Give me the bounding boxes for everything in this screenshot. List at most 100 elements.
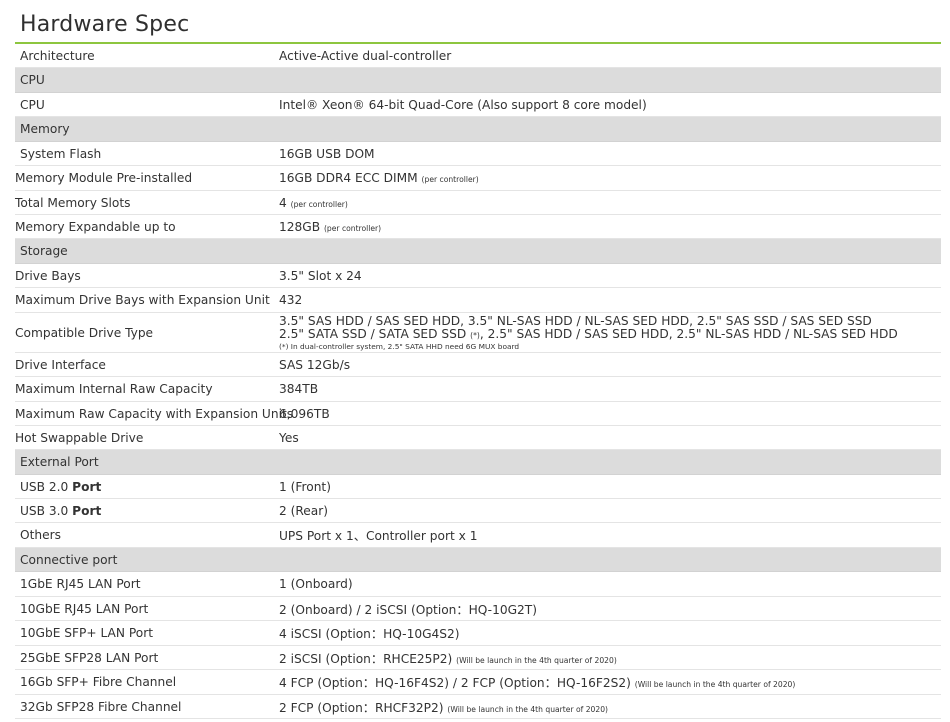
- row-label: Memory Expandable up to: [15, 219, 176, 234]
- row-value: 2 (Onboard) / 2 iSCSI (Option：HQ-10G2T): [279, 602, 537, 617]
- row-label: 16Gb SFP+ Fibre Channel: [20, 675, 177, 689]
- row-label: Drive Interface: [15, 357, 106, 372]
- row-label: Total Memory Slots: [15, 195, 131, 210]
- value-text: 16GB DDR4 ECC DIMM: [279, 171, 418, 185]
- label-text: USB 2.0: [20, 479, 73, 494]
- value-text: 2.5" SATA SSD / SATA SED SSD: [279, 326, 467, 341]
- footnote-mark: (*): [470, 330, 480, 340]
- value-note: (Will be launch in the 4th quarter of 20…: [456, 655, 617, 665]
- table-row: Maximum Internal Raw Capacity 384TB: [15, 377, 941, 402]
- table-row: System Flash 16GB USB DOM: [15, 142, 941, 166]
- row-value: 2 iSCSI (Option：RHCE25P2) (Will be launc…: [279, 649, 941, 667]
- spec-table: Architecture Active-Active dual-controll…: [15, 44, 941, 719]
- value-text: , 2.5" SAS HDD / SAS SED HDD, 2.5" NL-SA…: [479, 326, 898, 341]
- value-text: 4: [279, 195, 287, 210]
- row-value: 384TB: [279, 382, 319, 396]
- row-label: USB 2.0 Port: [15, 480, 279, 494]
- table-row: USB 3.0 Port 2 (Rear): [15, 499, 941, 523]
- row-value: 432: [279, 293, 303, 307]
- section-title: CPU: [20, 73, 45, 87]
- value-note: (Will be launch in the 4th quarter of 20…: [447, 704, 608, 714]
- value-line: 2.5" SATA SSD / SATA SED SSD (*), 2.5" S…: [279, 326, 941, 342]
- row-label: CPU: [20, 97, 45, 112]
- row-value: Active-Active dual-controller: [279, 48, 452, 63]
- row-value: 16GB DDR4 ECC DIMM (per controller): [279, 171, 941, 185]
- table-row: Total Memory Slots 4 (per controller): [15, 191, 941, 215]
- row-label: Architecture: [20, 48, 95, 63]
- row-label: System Flash: [20, 146, 102, 161]
- table-row: 10GbE RJ45 LAN Port 2 (Onboard) / 2 iSCS…: [15, 597, 941, 621]
- hardware-spec-page: Hardware Spec Architecture Active-Active…: [0, 0, 950, 722]
- row-value: 1 (Onboard): [279, 577, 353, 591]
- value-text: 2 FCP (Option：RHCF32P2): [279, 700, 444, 715]
- table-row: 32Gb SFP28 Fibre Channel 2 FCP (Option：R…: [15, 695, 941, 719]
- row-value: 2 (Rear): [279, 503, 329, 518]
- row-label: 32Gb SFP28 Fibre Channel: [20, 699, 182, 714]
- value-note: (per controller): [421, 175, 479, 184]
- row-label: Maximum Raw Capacity with Expansion Unit…: [15, 406, 294, 421]
- row-value: 1 (Front): [279, 479, 331, 494]
- row-value: Intel® Xeon® 64-bit Quad-Core (Also supp…: [279, 97, 647, 112]
- row-label: 10GbE RJ45 LAN Port: [20, 601, 149, 616]
- row-label: Drive Bays: [15, 268, 81, 283]
- section-header: Memory: [15, 117, 941, 142]
- section-header: Storage: [15, 239, 941, 264]
- row-value: 3.5" SAS HDD / SAS SED HDD, 3.5" NL-SAS …: [279, 314, 941, 352]
- table-row: 1GbE RJ45 LAN Port 1 (Onboard): [15, 572, 941, 597]
- table-row: Drive Bays 3.5" Slot x 24: [15, 264, 941, 288]
- row-label: Compatible Drive Type: [15, 325, 154, 340]
- row-label: USB 3.0 Port: [15, 504, 279, 518]
- row-label: Maximum Internal Raw Capacity: [15, 382, 213, 396]
- section-header: CPU: [15, 68, 941, 93]
- row-label: Memory Module Pre-installed: [15, 171, 193, 185]
- row-value: SAS 12Gb/s: [279, 357, 351, 372]
- section-title: Storage: [20, 244, 68, 258]
- table-row: Others UPS Port x 1、Controller port x 1: [15, 523, 941, 548]
- row-label: 10GbE SFP+ LAN Port: [20, 626, 154, 640]
- table-row: Compatible Drive Type 3.5" SAS HDD / SAS…: [15, 313, 941, 353]
- row-label: Others: [20, 528, 61, 542]
- value-text: 128GB: [279, 219, 321, 234]
- table-row: 10GbE SFP+ LAN Port 4 iSCSI (Option：HQ-1…: [15, 621, 941, 646]
- table-row: 16Gb SFP+ Fibre Channel 4 FCP (Option：HQ…: [15, 670, 941, 695]
- section-header: Connective port: [15, 548, 941, 572]
- row-value: 4 iSCSI (Option：HQ-10G4S2): [279, 627, 460, 641]
- row-value: 16GB USB DOM: [279, 146, 375, 161]
- table-row: Hot Swappable Drive Yes: [15, 426, 941, 450]
- label-text: USB 3.0: [20, 503, 73, 518]
- section-title: Memory: [20, 122, 70, 136]
- row-value: UPS Port x 1、Controller port x 1: [279, 529, 478, 543]
- table-row: 25GbE SFP28 LAN Port 2 iSCSI (Option：RHC…: [15, 646, 941, 670]
- value-text: 2 iSCSI (Option：RHCE25P2): [279, 651, 453, 666]
- table-row: Maximum Drive Bays with Expansion Unit 4…: [15, 288, 941, 313]
- section-header: External Port: [15, 450, 941, 475]
- row-value: 3.5" Slot x 24: [279, 268, 362, 283]
- value-note: (per controller): [323, 223, 382, 233]
- table-row: Architecture Active-Active dual-controll…: [15, 44, 941, 68]
- footnote: (*) In dual-controller system, 2.5" SATA…: [279, 341, 520, 351]
- row-label: Maximum Drive Bays with Expansion Unit: [15, 293, 270, 307]
- table-row: Memory Module Pre-installed 16GB DDR4 EC…: [15, 166, 941, 191]
- table-row: CPU Intel® Xeon® 64-bit Quad-Core (Also …: [15, 93, 941, 117]
- value-text: 4 FCP (Option：HQ-16F4S2) / 2 FCP (Option…: [279, 676, 631, 690]
- row-label: 25GbE SFP28 LAN Port: [20, 650, 159, 665]
- row-value: 2 FCP (Option：RHCF32P2) (Will be launch …: [279, 698, 941, 716]
- table-row: Drive Interface SAS 12Gb/s: [15, 353, 941, 377]
- table-row: Maximum Raw Capacity with Expansion Unit…: [15, 402, 941, 426]
- row-value: 128GB (per controller): [279, 220, 941, 234]
- row-value: 4 FCP (Option：HQ-16F4S2) / 2 FCP (Option…: [279, 673, 941, 691]
- row-value: 4 (per controller): [279, 196, 941, 210]
- label-text-bold: Port: [72, 503, 102, 518]
- row-label: 1GbE RJ45 LAN Port: [20, 577, 141, 591]
- value-note: (per controller): [290, 199, 348, 209]
- section-title: Connective port: [20, 552, 118, 567]
- row-value: Yes: [279, 430, 299, 445]
- row-value: 6,096TB: [279, 406, 330, 421]
- label-text-bold: Port: [72, 479, 102, 494]
- page-title: Hardware Spec: [20, 12, 190, 37]
- section-title: External Port: [20, 455, 99, 469]
- value-note: (Will be launch in the 4th quarter of 20…: [634, 680, 796, 689]
- table-row: USB 2.0 Port 1 (Front): [15, 475, 941, 499]
- table-row: Memory Expandable up to 128GB (per contr…: [15, 215, 941, 239]
- row-label: Hot Swappable Drive: [15, 430, 144, 445]
